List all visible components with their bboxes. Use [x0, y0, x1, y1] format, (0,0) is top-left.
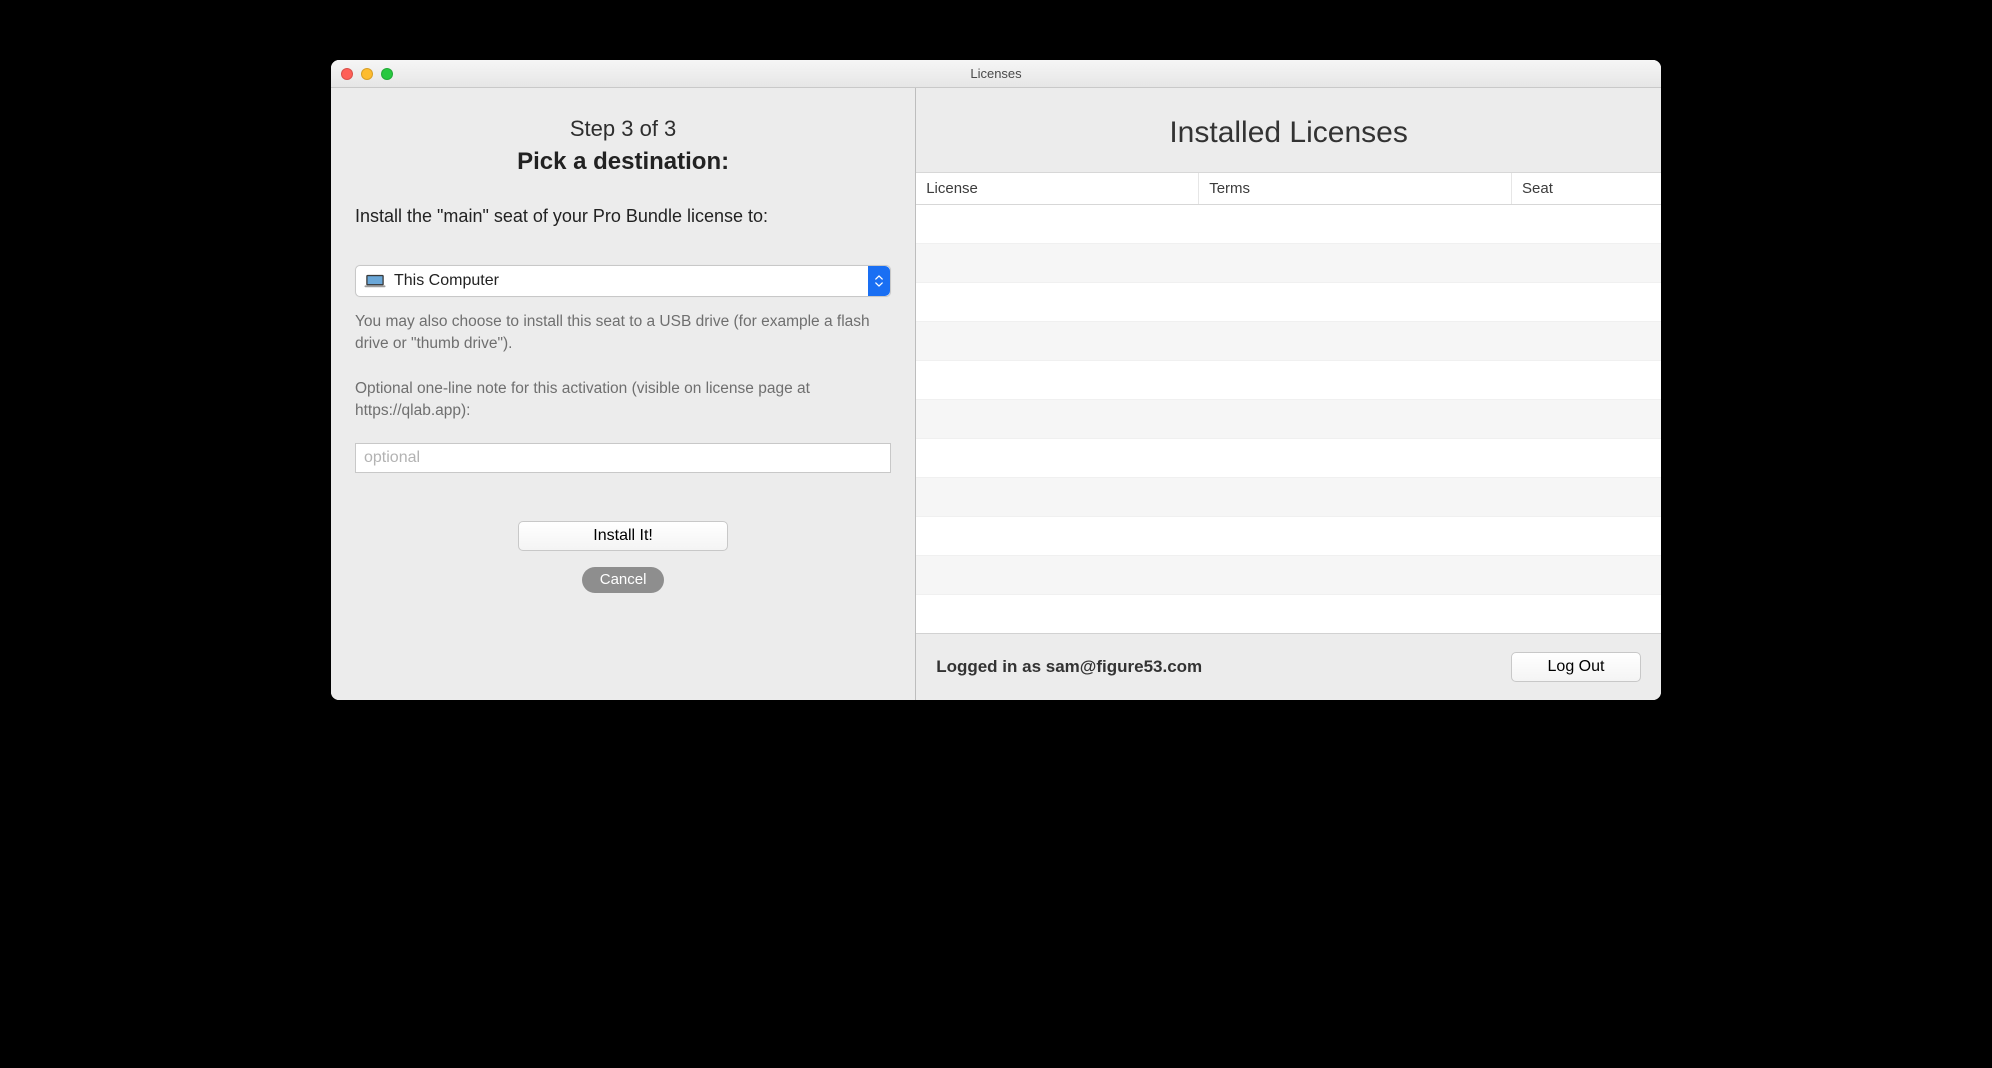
- activation-note-input[interactable]: [355, 443, 891, 473]
- help-usb: You may also choose to install this seat…: [355, 311, 891, 356]
- destination-select[interactable]: This Computer: [355, 265, 891, 297]
- logged-in-label: Logged in as sam@figure53.com: [936, 657, 1202, 677]
- chevron-up-down-icon: [868, 266, 890, 296]
- help-note: Optional one-line note for this activati…: [355, 378, 891, 423]
- table-row: [916, 556, 1661, 595]
- right-pane: Installed Licenses License Terms Seat Lo…: [916, 88, 1661, 700]
- table-row: [916, 400, 1661, 439]
- table-row: [916, 205, 1661, 244]
- column-seat[interactable]: Seat: [1512, 173, 1661, 204]
- license-table-header: License Terms Seat: [916, 172, 1661, 205]
- table-row: [916, 283, 1661, 322]
- window-title: Licenses: [331, 66, 1661, 81]
- installed-licenses-heading: Installed Licenses: [916, 88, 1661, 172]
- install-prompt: Install the "main" seat of your Pro Bund…: [355, 206, 891, 227]
- window-content: Step 3 of 3 Pick a destination: Install …: [331, 88, 1661, 700]
- column-license[interactable]: License: [916, 173, 1199, 204]
- left-pane: Step 3 of 3 Pick a destination: Install …: [331, 88, 916, 700]
- destination-select-label: This Computer: [394, 272, 499, 290]
- table-row: [916, 478, 1661, 517]
- install-button[interactable]: Install It!: [518, 521, 728, 551]
- computer-icon: [364, 274, 386, 288]
- licenses-window: Licenses Step 3 of 3 Pick a destination:…: [331, 60, 1661, 700]
- license-table-body: [916, 205, 1661, 633]
- step-indicator: Step 3 of 3: [355, 116, 891, 142]
- table-row: [916, 361, 1661, 400]
- table-row: [916, 244, 1661, 283]
- titlebar[interactable]: Licenses: [331, 60, 1661, 88]
- table-row: [916, 322, 1661, 361]
- logout-button[interactable]: Log Out: [1511, 652, 1641, 682]
- table-row: [916, 517, 1661, 556]
- table-row: [916, 439, 1661, 478]
- left-heading: Pick a destination:: [355, 148, 891, 176]
- right-footer: Logged in as sam@figure53.com Log Out: [916, 633, 1661, 700]
- column-terms[interactable]: Terms: [1199, 173, 1512, 204]
- cancel-button[interactable]: Cancel: [582, 567, 665, 593]
